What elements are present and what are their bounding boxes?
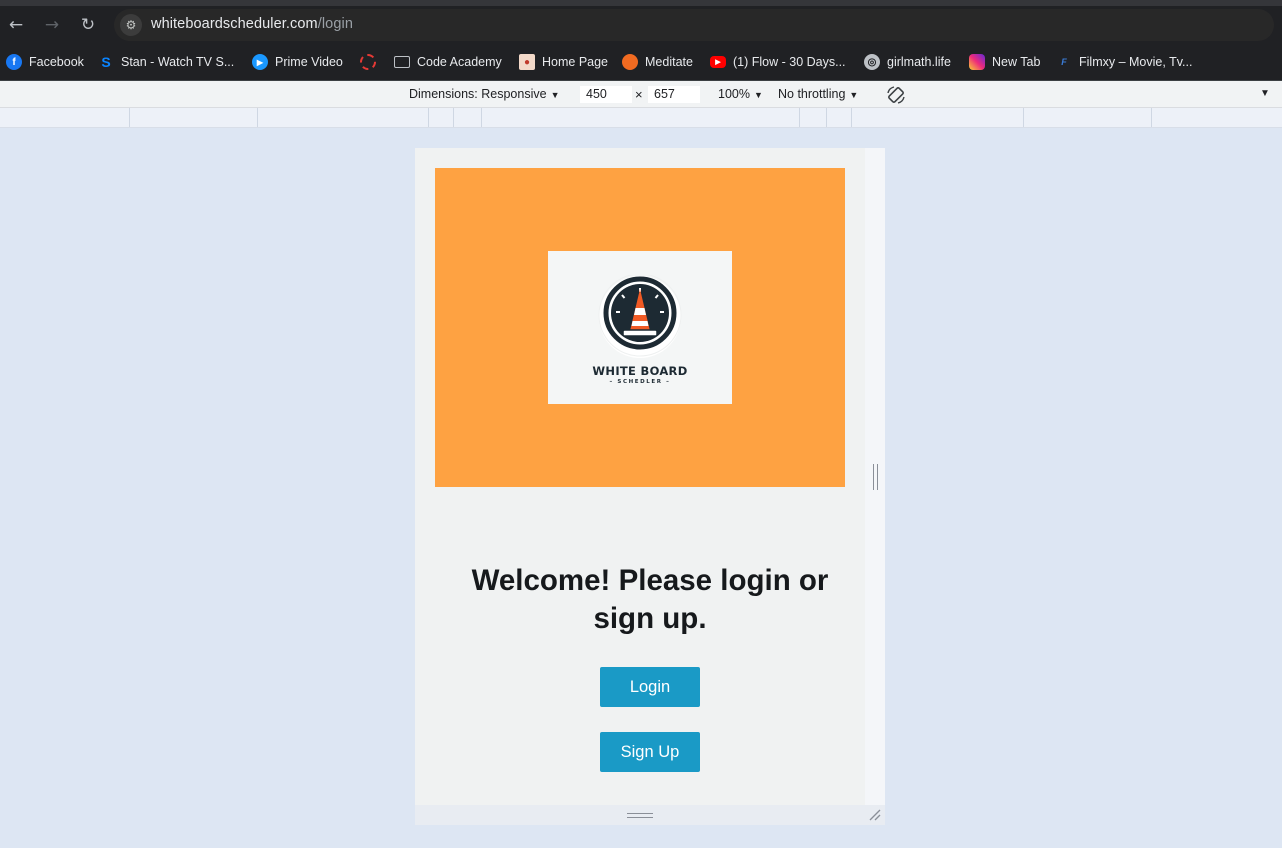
site-info-icon[interactable]: ⚙ <box>120 14 142 36</box>
browser-toolbar: ← → ↻ ⚙ whiteboardscheduler.com/login <box>0 0 1282 44</box>
url-text[interactable]: whiteboardscheduler.com/login <box>151 16 353 32</box>
caret-down-icon: ▼ <box>753 90 763 100</box>
bookmark-home-page[interactable]: ● Home Page <box>519 52 608 72</box>
rotate-icon[interactable] <box>886 85 906 105</box>
ruler-segment[interactable] <box>481 108 482 127</box>
times-separator: × <box>635 87 643 102</box>
stan-icon: S <box>101 54 111 70</box>
reload-icon[interactable]: ↻ <box>76 13 100 37</box>
bookmark-stan[interactable]: S Stan - Watch TV S... <box>98 52 234 72</box>
facebook-icon: f <box>6 54 22 70</box>
zoom-dropdown[interactable]: 100% ▼ <box>718 87 763 101</box>
logo-title: WHITE BOARD <box>592 364 688 378</box>
ruler-segment[interactable] <box>851 108 852 127</box>
dashed-circle-icon <box>360 54 376 70</box>
media-query-ruler <box>0 108 1282 128</box>
arrow-right-icon[interactable]: → <box>40 13 64 37</box>
avatar-icon: ● <box>519 54 535 70</box>
youtube-icon: ▶ <box>710 56 726 68</box>
instagram-icon <box>969 54 985 70</box>
resize-handle-bottom[interactable] <box>627 813 653 818</box>
bookmark-meditate[interactable]: Meditate <box>622 52 693 72</box>
caret-down-icon: ▼ <box>849 90 859 100</box>
bookmark-prime-video[interactable]: ▶ Prime Video <box>252 52 343 72</box>
bookmark-new-tab[interactable]: New Tab <box>969 52 1040 72</box>
ruler-segment[interactable] <box>1151 108 1152 127</box>
ruler-segment[interactable] <box>428 108 429 127</box>
bookmark-facebook[interactable]: f Facebook <box>6 52 84 72</box>
filmxy-icon: F <box>1061 57 1067 67</box>
bookmark-filmxy[interactable]: F Filmxy – Movie, Tv... <box>1056 52 1192 72</box>
throttling-dropdown[interactable]: No throttling ▼ <box>778 87 858 101</box>
ruler-segment[interactable] <box>799 108 800 127</box>
bookmark-folder-code-academy[interactable]: Code Academy <box>394 52 502 72</box>
app-logo: WHITE BOARD – SCHEDLER – <box>548 251 732 404</box>
bookmarks-bar: f Facebook S Stan - Watch TV S... ▶ Prim… <box>0 44 1282 81</box>
prime-video-icon: ▶ <box>252 54 268 70</box>
resize-corner-icon[interactable] <box>869 809 881 821</box>
ruler-segment[interactable] <box>129 108 130 127</box>
welcome-heading: Welcome! Please login or sign up. <box>471 564 829 635</box>
more-options-caret-icon[interactable]: ▼ <box>1260 88 1270 99</box>
login-button[interactable]: Login <box>600 667 700 707</box>
arrow-left-icon[interactable]: ← <box>4 13 28 37</box>
globe-icon: ◎ <box>864 54 880 70</box>
dimensions-dropdown[interactable]: Dimensions: Responsive ▼ <box>409 87 559 101</box>
hero-banner: WHITE BOARD – SCHEDLER – <box>435 168 845 487</box>
ruler-segment[interactable] <box>1023 108 1024 127</box>
logo-subtitle: – SCHEDLER – <box>609 379 671 385</box>
bookmark-youtube-flow[interactable]: ▶ (1) Flow - 30 Days... <box>710 52 846 72</box>
device-viewport: WHITE BOARD – SCHEDLER – Welcome! Please… <box>415 148 865 805</box>
caret-down-icon: ▼ <box>550 90 560 100</box>
ruler-segment[interactable] <box>826 108 827 127</box>
ruler-segment[interactable] <box>257 108 258 127</box>
resize-handle-right[interactable] <box>873 464 878 490</box>
signup-button[interactable]: Sign Up <box>600 732 700 772</box>
width-input[interactable]: 450 <box>580 86 632 103</box>
address-bar[interactable]: ⚙ whiteboardscheduler.com/login <box>114 9 1274 41</box>
traffic-cone-logo-icon <box>598 275 682 358</box>
ruler-segment[interactable] <box>453 108 454 127</box>
device-toolbar: Dimensions: Responsive ▼ 450 × 657 100% ▼ … <box>0 81 1282 108</box>
folder-icon <box>394 56 410 68</box>
bookmark-girlmath[interactable]: ◎ girlmath.life <box>864 52 951 72</box>
height-input[interactable]: 657 <box>648 86 700 103</box>
bookmark-dashed-circle[interactable] <box>360 52 383 72</box>
orange-circle-icon <box>622 54 638 70</box>
